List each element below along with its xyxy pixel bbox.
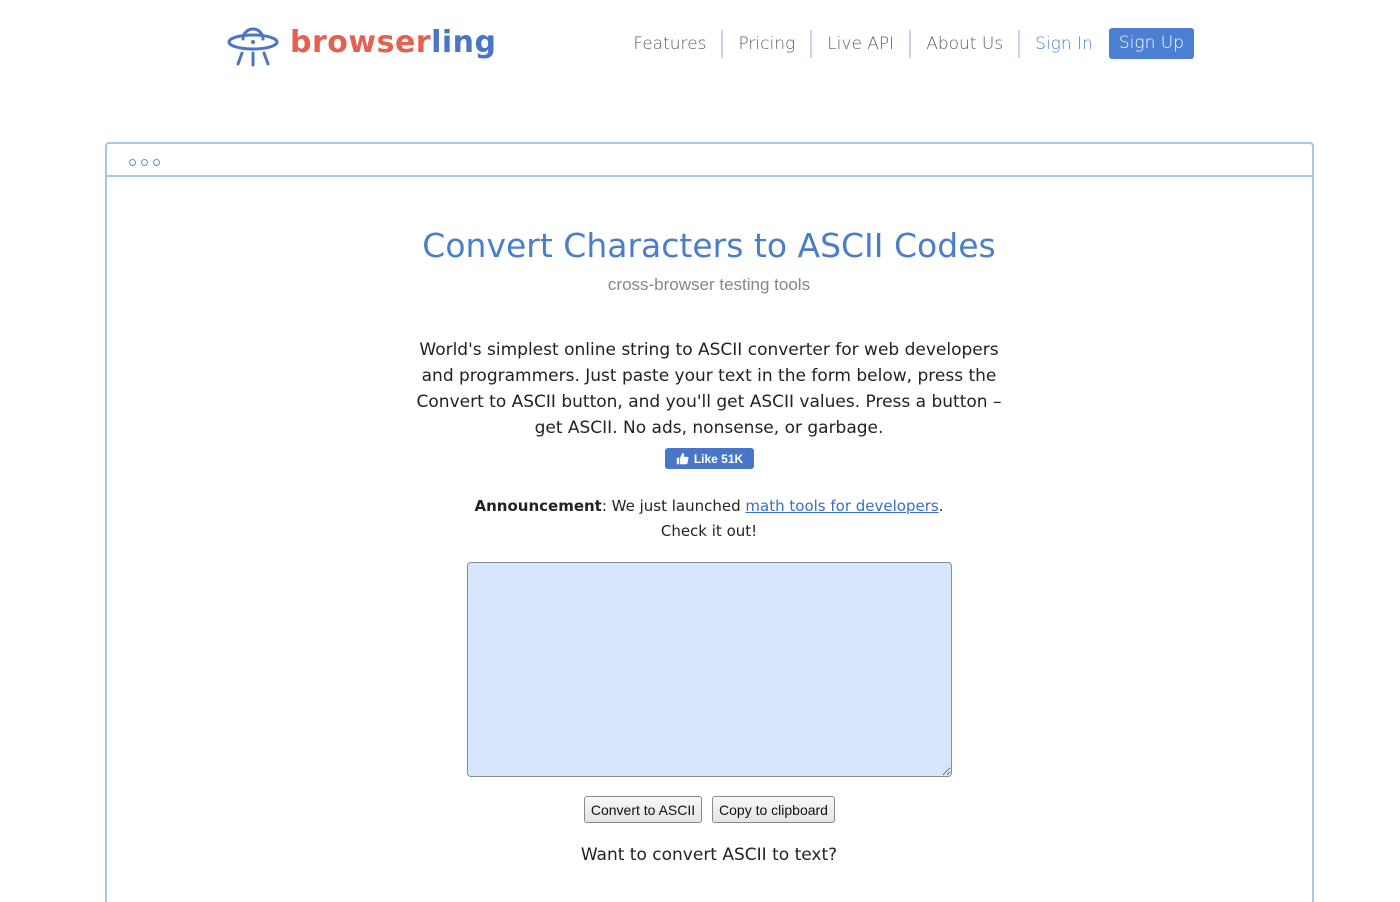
- site-logo[interactable]: browserling: [226, 20, 497, 70]
- window-dot: [141, 159, 148, 166]
- main-nav: Features Pricing Live API About Us Sign …: [618, 28, 1194, 59]
- browser-frame-titlebar: [107, 144, 1312, 177]
- thumbs-up-icon: [676, 452, 689, 465]
- sign-up-button[interactable]: Sign Up: [1108, 28, 1194, 59]
- site-header: browserling Features Pricing Live API Ab…: [0, 0, 1400, 90]
- convert-to-ascii-button[interactable]: Convert to ASCII: [584, 796, 702, 823]
- copy-to-clipboard-button[interactable]: Copy to clipboard: [712, 796, 835, 823]
- text-input[interactable]: [467, 562, 952, 777]
- like-button-label: Like 51K: [693, 451, 744, 466]
- window-dot: [153, 159, 160, 166]
- sign-in-link[interactable]: Sign In: [1020, 30, 1109, 58]
- nav-features[interactable]: Features: [618, 29, 724, 58]
- nav-pricing[interactable]: Pricing: [723, 29, 813, 58]
- announcement-label: Announcement: [474, 497, 602, 515]
- nav-about-us[interactable]: About Us: [911, 29, 1021, 58]
- facebook-like-button[interactable]: Like 51K: [665, 448, 754, 469]
- announcement-period: .: [938, 497, 944, 515]
- math-tools-link[interactable]: math tools for developers: [745, 497, 938, 515]
- window-dot: [129, 159, 136, 166]
- logo-wordmark: browserling: [290, 25, 497, 60]
- page-title: Convert Characters to ASCII Codes: [422, 226, 996, 265]
- tool-description: World's simplest online string to ASCII …: [416, 340, 1002, 438]
- announcement: Announcement: We just launched math tool…: [0, 494, 1400, 544]
- announcement-cta: Check it out!: [660, 522, 758, 540]
- ascii-to-text-prompt: Want to convert ASCII to text?: [580, 845, 838, 865]
- window-dots: [129, 159, 160, 166]
- nav-live-api[interactable]: Live API: [812, 29, 912, 58]
- announcement-text: : We just launched: [601, 497, 746, 515]
- page-subtitle: cross-browser testing tools: [607, 275, 811, 294]
- ufo-icon: [227, 27, 279, 67]
